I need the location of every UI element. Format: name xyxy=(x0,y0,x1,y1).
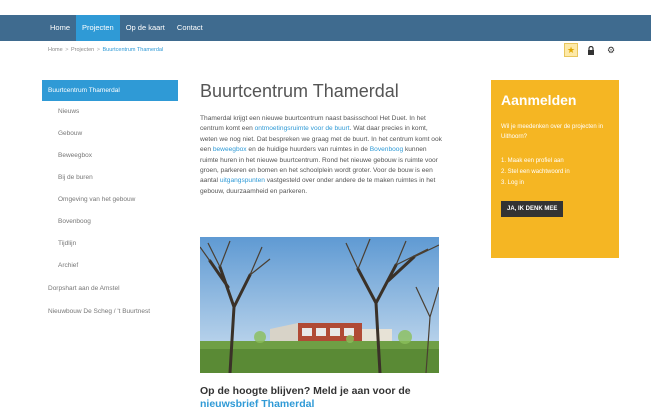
sidebar: Buurtcentrum Thamerdal Nieuws Gebouw Bew… xyxy=(42,80,178,323)
nav-op-de-kaart[interactable]: Op de kaart xyxy=(120,15,171,41)
breadcrumb: Home > Projecten > Buurtcentrum Thamerda… xyxy=(48,47,163,53)
breadcrumb-home[interactable]: Home xyxy=(48,47,63,53)
signup-steps: 1. Maak een profiel aan 2. Stel een wach… xyxy=(501,156,609,189)
breadcrumb-projecten[interactable]: Projecten xyxy=(71,47,94,53)
breadcrumb-current[interactable]: Buurtcentrum Thamerdal xyxy=(102,47,163,53)
building-photo xyxy=(200,237,439,373)
breadcrumb-separator: > xyxy=(65,47,69,53)
sidebar-item-dorpshart[interactable]: Dorpshart aan de Amstel xyxy=(42,277,178,300)
signup-step-2: 2. Stel een wachtwoord in xyxy=(501,169,570,175)
newsletter-prompt: Op de hoogte blijven? Meld je aan voor d… xyxy=(200,385,500,411)
link-bovenboog[interactable]: Bovenboog xyxy=(370,146,403,153)
sidebar-item-nieuwbouw-de-scheg[interactable]: Nieuwbouw De Scheg / 't Buurtnest xyxy=(42,300,178,323)
sidebar-item-buurtcentrum-thamerdal[interactable]: Buurtcentrum Thamerdal xyxy=(42,80,178,101)
signup-title: Aanmelden xyxy=(501,92,577,108)
signup-button[interactable]: JA, IK DENK MEE xyxy=(501,201,564,217)
intro-paragraph: Thamerdal krijgt een nieuwe buurtcentrum… xyxy=(200,114,445,197)
signup-step-1: 1. Maak een profiel aan xyxy=(501,158,564,164)
page-title: Buurtcentrum Thamerdal xyxy=(200,81,399,101)
top-nav-items: Home Projecten Op de kaart Contact xyxy=(44,15,209,41)
nav-contact[interactable]: Contact xyxy=(171,15,209,41)
breadcrumb-separator: > xyxy=(96,47,100,53)
sidebar-item-omgeving[interactable]: Omgeving van het gebouw xyxy=(42,189,178,211)
gear-icon[interactable]: ⚙ xyxy=(604,43,618,57)
sidebar-item-nieuws[interactable]: Nieuws xyxy=(42,101,178,123)
link-uitgangspunten[interactable]: uitgangspunten xyxy=(220,177,265,184)
nav-projecten[interactable]: Projecten xyxy=(76,15,120,41)
sidebar-item-beweegbox[interactable]: Beweegbox xyxy=(42,145,178,167)
sidebar-item-gebouw[interactable]: Gebouw xyxy=(42,123,178,145)
lock-icon[interactable] xyxy=(584,43,598,57)
sidebar-item-bovenboog[interactable]: Bovenboog xyxy=(42,211,178,233)
sidebar-item-archief[interactable]: Archief xyxy=(42,255,178,277)
signup-question: Wil je meedenken over de projecten in Ui… xyxy=(501,124,604,140)
star-icon[interactable]: ★ xyxy=(564,43,578,57)
newsletter-text: Op de hoogte blijven? Meld je aan voor d… xyxy=(200,385,411,397)
link-beweegbox[interactable]: beweegbox xyxy=(213,146,247,153)
sidebar-item-tijdlijn[interactable]: Tijdlijn xyxy=(42,233,178,255)
intro-text: en de huidige huurders van ruimtes in de xyxy=(246,146,370,154)
page-tools: ★ ⚙ xyxy=(564,43,618,57)
nav-home[interactable]: Home xyxy=(44,15,76,41)
top-navigation: Home Projecten Op de kaart Contact xyxy=(0,15,651,41)
signup-box: Aanmelden Wil je meedenken over de proje… xyxy=(491,80,619,258)
sidebar-item-bij-de-buren[interactable]: Bij de buren xyxy=(42,167,178,189)
newsletter-link[interactable]: nieuwsbrief Thamerdal xyxy=(200,398,314,410)
main-content: Buurtcentrum Thamerdal Thamerdal krijgt … xyxy=(200,80,445,410)
link-ontmoetingsruimte[interactable]: ontmoetingsruimte voor de buurt xyxy=(255,125,350,132)
signup-step-3: 3. Log in xyxy=(501,180,525,186)
